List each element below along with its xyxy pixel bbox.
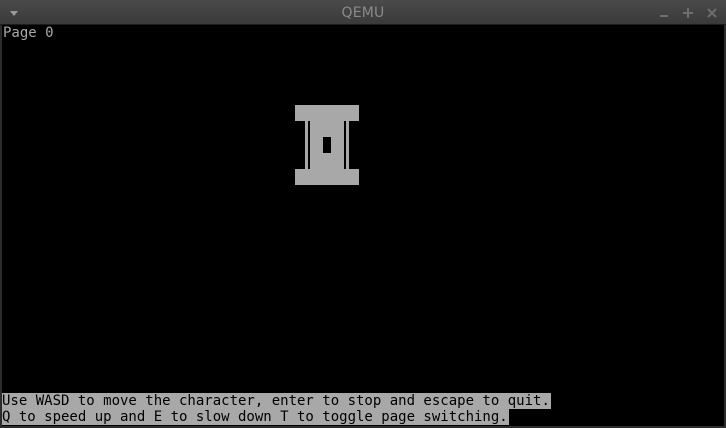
window-title: QEMU xyxy=(341,5,385,21)
instruction-line-2: Q to speed up and E to slow down T to to… xyxy=(2,409,509,425)
vm-display[interactable]: Page 0 Use WASD to move the character, e… xyxy=(2,25,724,426)
close-icon xyxy=(707,8,717,18)
pillar-character-icon xyxy=(295,105,359,185)
close-button[interactable] xyxy=(704,5,720,21)
maximize-icon xyxy=(683,8,693,18)
maximize-button[interactable] xyxy=(680,5,696,21)
window-controls xyxy=(656,5,720,21)
page-label: Page 0 xyxy=(3,25,54,41)
minimize-icon xyxy=(660,15,668,17)
qemu-window: QEMU Page 0 Use WASD to move the charact… xyxy=(0,0,726,428)
minimize-button[interactable] xyxy=(656,5,672,21)
instruction-line-1: Use WASD to move the character, enter to… xyxy=(2,393,551,409)
title-bar[interactable]: QEMU xyxy=(0,0,726,25)
